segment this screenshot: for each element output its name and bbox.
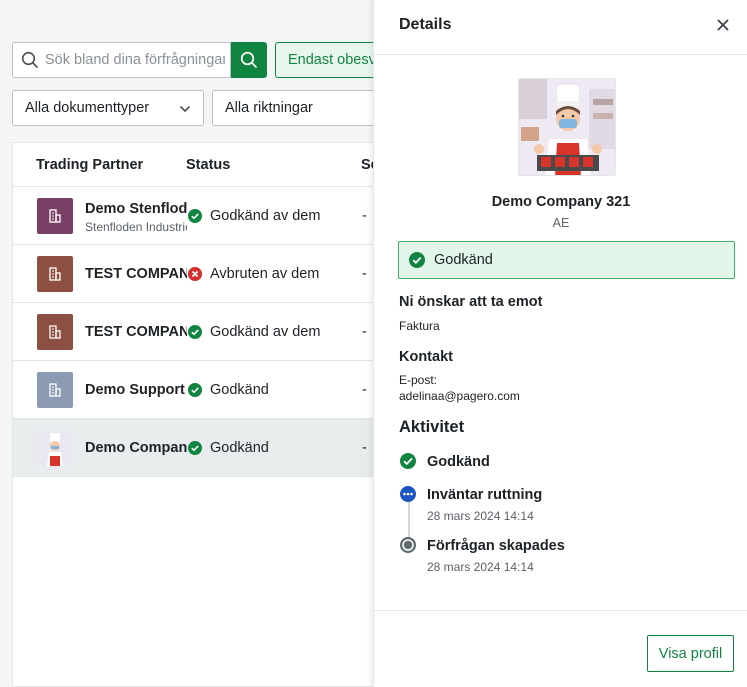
sent-cell: -: [362, 382, 367, 398]
status-text: Godkänd av dem: [210, 324, 321, 340]
direction-value: Alla riktningar: [225, 100, 313, 116]
sent-cell: -: [362, 266, 367, 282]
search-button[interactable]: [231, 42, 267, 78]
details-title: Details: [399, 16, 452, 33]
search-icon: [21, 51, 39, 69]
building-icon: [49, 325, 61, 339]
details-panel: Details Demo Company 321 AE Godkänd Ni ö…: [373, 0, 747, 687]
error-circle-icon: [188, 267, 202, 281]
status-cell: Avbruten av dem: [188, 266, 319, 282]
table-header: Trading Partner Status Se: [13, 143, 411, 187]
status-cell: Godkänd av dem: [188, 324, 320, 340]
status-banner: Godkänd: [398, 241, 735, 279]
check-circle-icon: [188, 383, 202, 397]
activity-time: 28 mars 2024 14:14: [427, 560, 534, 574]
partner-name: Demo Support AB: [85, 382, 187, 398]
receive-value: Faktura: [399, 319, 440, 333]
close-icon[interactable]: [715, 17, 731, 33]
status-text: Avbruten av dem: [210, 266, 320, 282]
requests-table: Trading Partner Status Se Demo Stenflode…: [12, 142, 412, 687]
check-circle-icon: [400, 453, 416, 469]
created-dot-icon: [400, 537, 416, 553]
partner-avatar: [37, 256, 73, 292]
sent-cell: -: [362, 208, 367, 224]
contact-heading: Kontakt: [399, 349, 453, 365]
contact-email-label: E-post:: [399, 373, 438, 387]
table-row[interactable]: Demo Stenfloden Stenfloden Industrier Go…: [13, 187, 411, 245]
status-text: Godkänd av dem: [210, 208, 321, 224]
footer-divider: [374, 610, 747, 611]
receive-heading: Ni önskar att ta emot: [399, 294, 543, 310]
search-field[interactable]: [12, 42, 231, 78]
status-text: Godkänd: [210, 440, 269, 456]
partner-name: Demo Stenfloden: [85, 201, 187, 217]
partner-avatar: [37, 430, 73, 466]
table-row[interactable]: Demo Support AB Godkänd -: [13, 361, 411, 419]
status-banner-text: Godkänd: [434, 252, 493, 268]
table-row[interactable]: TEST COMPANY Godkänd av dem -: [13, 303, 411, 361]
chef-avatar-icon: [37, 430, 73, 466]
pending-dots-icon: [400, 486, 416, 502]
partner-avatar: [37, 314, 73, 350]
status-cell: Godkänd av dem: [188, 208, 320, 224]
activity-label: Förfrågan skapades: [427, 538, 565, 554]
building-icon: [49, 383, 61, 397]
activity-time: 28 mars 2024 14:14: [427, 509, 534, 523]
check-circle-icon: [409, 252, 425, 268]
company-logo: [518, 78, 616, 176]
activity-label: Godkänd: [427, 454, 490, 470]
check-circle-icon: [188, 209, 202, 223]
table-row[interactable]: TEST COMPANY Avbruten av dem -: [13, 245, 411, 303]
building-icon: [49, 209, 61, 223]
chef-illustration-icon: [519, 79, 615, 175]
partner-name: TEST COMPANY: [85, 324, 187, 340]
details-header: Details: [374, 0, 747, 55]
document-type-value: Alla dokumenttyper: [25, 100, 150, 116]
view-profile-button[interactable]: Visa profil: [647, 635, 734, 672]
status-cell: Godkänd: [188, 440, 269, 456]
activity-label: Inväntar ruttning: [427, 487, 543, 503]
company-code: AE: [552, 216, 570, 230]
check-circle-icon: [188, 325, 202, 339]
contact-email[interactable]: adelinaa@pagero.com: [399, 389, 520, 403]
partner-name: Demo Company 321: [85, 440, 187, 456]
company-name: Demo Company 321: [491, 194, 631, 210]
column-header-status[interactable]: Status: [186, 157, 230, 173]
search-icon: [240, 51, 258, 69]
activity-heading: Aktivitet: [399, 418, 465, 436]
chevron-down-icon: [179, 105, 191, 113]
table-row[interactable]: Demo Company 321 Godkänd -: [13, 419, 411, 477]
partner-name: TEST COMPANY: [85, 266, 187, 282]
sent-cell: -: [362, 324, 367, 340]
partner-subname: Stenfloden Industrier: [85, 220, 187, 234]
building-icon: [49, 267, 61, 281]
document-type-select[interactable]: Alla dokumenttyper: [12, 90, 204, 126]
column-header-partner[interactable]: Trading Partner: [36, 157, 143, 173]
status-text: Godkänd: [210, 382, 269, 398]
sent-cell: -: [362, 440, 367, 456]
partner-avatar: [37, 372, 73, 408]
status-cell: Godkänd: [188, 382, 269, 398]
partner-avatar: [37, 198, 73, 234]
search-input[interactable]: [45, 52, 225, 68]
check-circle-icon: [188, 441, 202, 455]
